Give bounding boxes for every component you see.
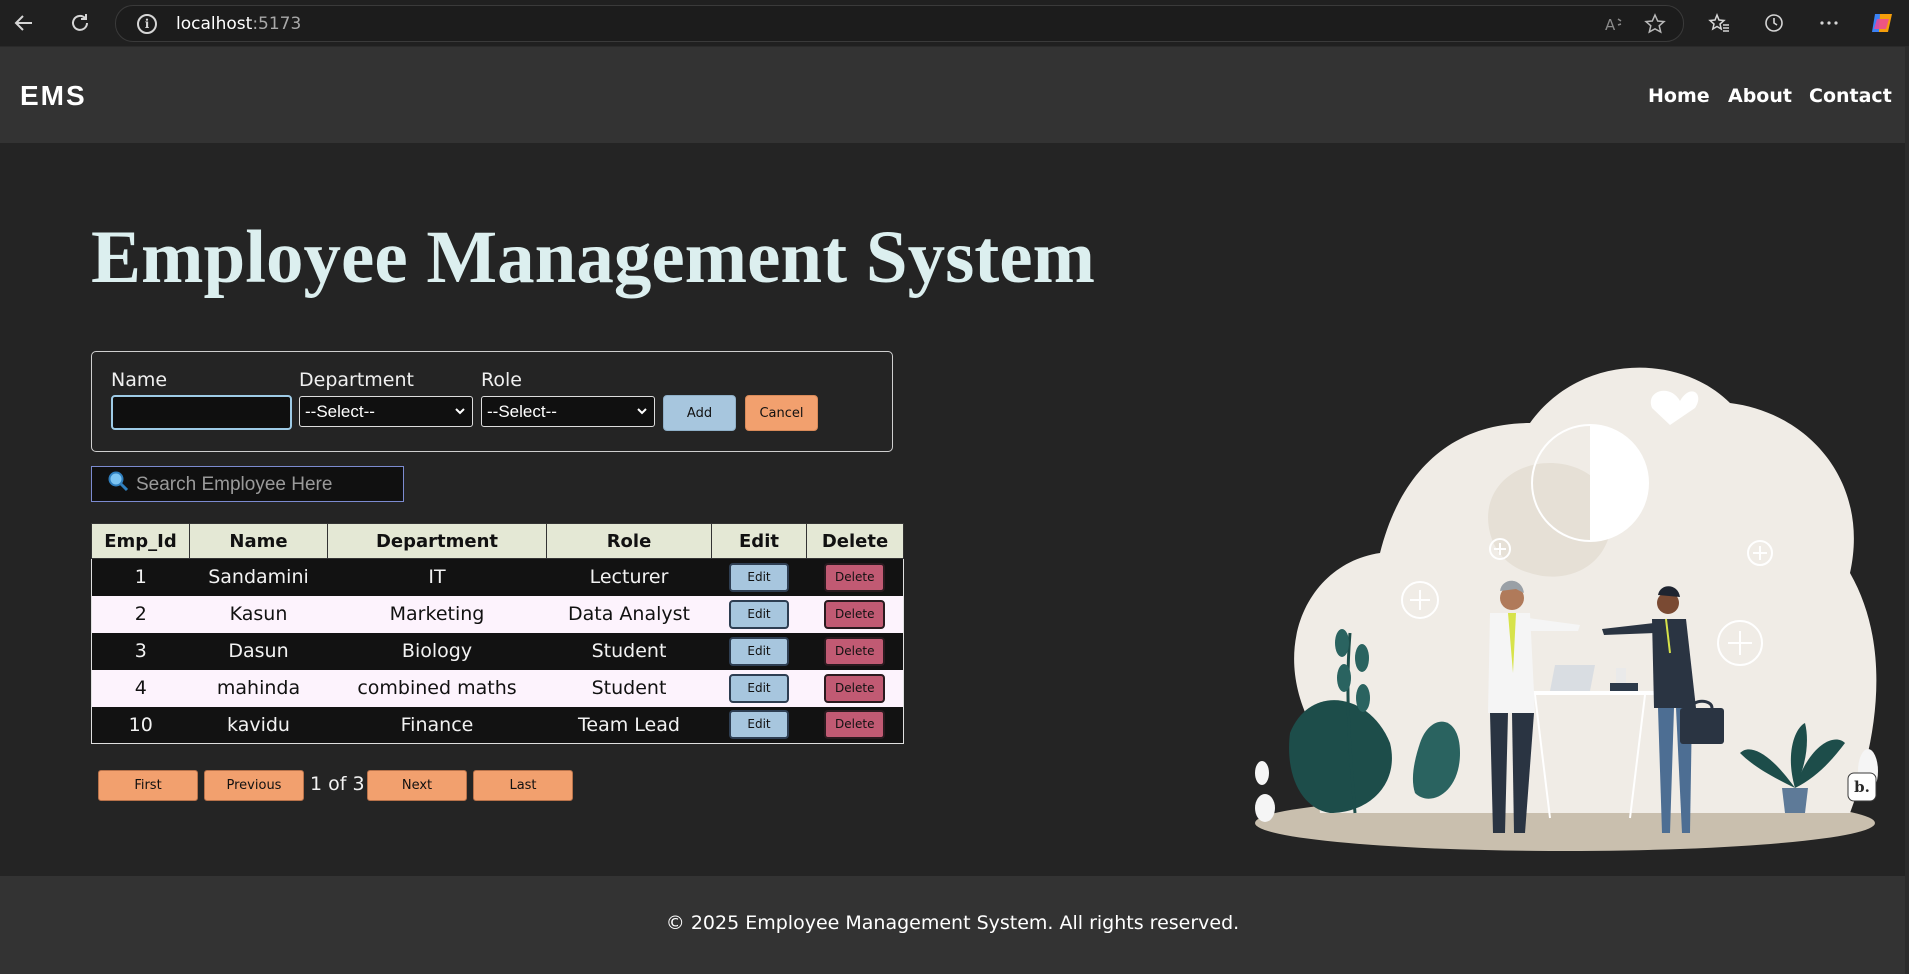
- cell-role: Data Analyst: [546, 595, 712, 633]
- cell-edit: Edit: [711, 669, 807, 707]
- table-row: 10 kavidu Finance Team Lead Edit Delete: [91, 706, 904, 744]
- cell-role: Lecturer: [546, 558, 712, 596]
- nav-link-about[interactable]: About: [1728, 85, 1792, 107]
- illustration-badge: b.: [1854, 778, 1870, 796]
- navbar: EMS Home About Contact: [0, 47, 1905, 143]
- cell-emp-id: 10: [91, 706, 190, 744]
- read-aloud-icon[interactable]: A: [1598, 9, 1630, 39]
- address-bar[interactable]: i localhost:5173 A: [115, 5, 1684, 42]
- cell-edit: Edit: [711, 632, 807, 670]
- table-row: 4 mahinda combined maths Student Edit De…: [91, 669, 904, 707]
- column-header-name: Name: [189, 523, 328, 559]
- cell-role: Team Lead: [546, 706, 712, 744]
- cell-emp-id: 4: [91, 669, 190, 707]
- delete-button[interactable]: Delete: [824, 673, 886, 703]
- column-header-role: Role: [546, 523, 712, 559]
- cancel-button[interactable]: Cancel: [745, 395, 818, 431]
- search-input[interactable]: Search Employee Here: [91, 466, 404, 502]
- cell-emp-id: 2: [91, 595, 190, 633]
- delete-button[interactable]: Delete: [824, 562, 886, 592]
- cell-edit: Edit: [711, 558, 807, 596]
- back-icon[interactable]: [8, 8, 40, 38]
- refresh-icon[interactable]: [64, 8, 96, 38]
- footer-copyright: © 2025 Employee Management System. All r…: [665, 912, 1240, 934]
- svg-text:A: A: [1605, 16, 1616, 34]
- cell-emp-id: 1: [91, 558, 190, 596]
- favorites-icon[interactable]: [1703, 8, 1735, 38]
- cell-role: Student: [546, 669, 712, 707]
- page-indicator: 1 of 3: [310, 773, 365, 795]
- cell-name: Kasun: [189, 595, 328, 633]
- browser-toolbar: i localhost:5173 A: [0, 0, 1909, 47]
- favorite-star-icon[interactable]: [1639, 9, 1671, 39]
- app-logo[interactable]: EMS: [20, 80, 87, 112]
- column-header-delete: Delete: [806, 523, 904, 559]
- cell-delete: Delete: [806, 558, 904, 596]
- chevron-down-icon: [636, 397, 648, 437]
- main-content: Employee Management System Name Departme…: [0, 143, 1905, 876]
- table-row: 3 Dasun Biology Student Edit Delete: [91, 632, 904, 670]
- copilot-icon[interactable]: [1866, 8, 1898, 38]
- site-info-icon[interactable]: i: [137, 14, 157, 34]
- column-header-edit: Edit: [711, 523, 807, 559]
- delete-button[interactable]: Delete: [824, 710, 886, 740]
- cell-name: kavidu: [189, 706, 328, 744]
- table-row: 2 Kasun Marketing Data Analyst Edit Dele…: [91, 595, 904, 633]
- cell-department: combined maths: [327, 669, 547, 707]
- edit-button[interactable]: Edit: [729, 599, 789, 629]
- handshake-illustration: b.: [1255, 367, 1878, 851]
- url-text: localhost:5173: [176, 14, 302, 34]
- employee-table: Emp_Id Name Department Role Edit Delete …: [91, 523, 904, 744]
- history-icon[interactable]: [1758, 8, 1790, 38]
- more-options-icon[interactable]: [1813, 8, 1845, 38]
- role-label: Role: [481, 369, 522, 391]
- department-select[interactable]: --Select--: [299, 396, 473, 427]
- page-title: Employee Management System: [91, 216, 1096, 299]
- cell-name: Dasun: [189, 632, 328, 670]
- column-header-emp-id: Emp_Id: [91, 523, 190, 559]
- nav-link-home[interactable]: Home: [1648, 85, 1710, 107]
- table-header-row: Emp_Id Name Department Role Edit Delete: [91, 523, 904, 559]
- cell-department: Biology: [327, 632, 547, 670]
- cell-delete: Delete: [806, 669, 904, 707]
- cell-name: Sandamini: [189, 558, 328, 596]
- cell-edit: Edit: [711, 706, 807, 744]
- role-select[interactable]: --Select--: [481, 396, 655, 427]
- department-label: Department: [299, 369, 414, 391]
- previous-page-button[interactable]: Previous: [204, 770, 304, 801]
- edit-button[interactable]: Edit: [729, 562, 789, 592]
- next-page-button[interactable]: Next: [367, 770, 467, 801]
- role-select-value: --Select--: [487, 402, 557, 421]
- search-icon: [106, 469, 130, 498]
- cell-department: Marketing: [327, 595, 547, 633]
- edit-button[interactable]: Edit: [729, 636, 789, 666]
- page-scrollbar[interactable]: [1905, 47, 1909, 974]
- nav-link-contact[interactable]: Contact: [1809, 85, 1892, 107]
- edit-button[interactable]: Edit: [729, 710, 789, 740]
- column-header-department: Department: [327, 523, 547, 559]
- name-label: Name: [111, 369, 168, 391]
- cell-department: Finance: [327, 706, 547, 744]
- name-input[interactable]: [111, 395, 292, 430]
- cell-delete: Delete: [806, 706, 904, 744]
- add-button[interactable]: Add: [663, 395, 736, 431]
- cell-delete: Delete: [806, 632, 904, 670]
- table-row: 1 Sandamini IT Lecturer Edit Delete: [91, 558, 904, 596]
- search-placeholder: Search Employee Here: [136, 474, 333, 495]
- chevron-down-icon: [454, 397, 466, 437]
- cell-edit: Edit: [711, 595, 807, 633]
- cell-role: Student: [546, 632, 712, 670]
- delete-button[interactable]: Delete: [824, 599, 886, 629]
- last-page-button[interactable]: Last: [473, 770, 573, 801]
- first-page-button[interactable]: First: [98, 770, 198, 801]
- cell-emp-id: 3: [91, 632, 190, 670]
- department-select-value: --Select--: [305, 402, 375, 421]
- cell-delete: Delete: [806, 595, 904, 633]
- employee-form: Name Department Role --Select-- --Select…: [91, 351, 893, 452]
- delete-button[interactable]: Delete: [824, 636, 886, 666]
- footer: © 2025 Employee Management System. All r…: [0, 876, 1905, 974]
- edit-button[interactable]: Edit: [729, 673, 789, 703]
- cell-name: mahinda: [189, 669, 328, 707]
- cell-department: IT: [327, 558, 547, 596]
